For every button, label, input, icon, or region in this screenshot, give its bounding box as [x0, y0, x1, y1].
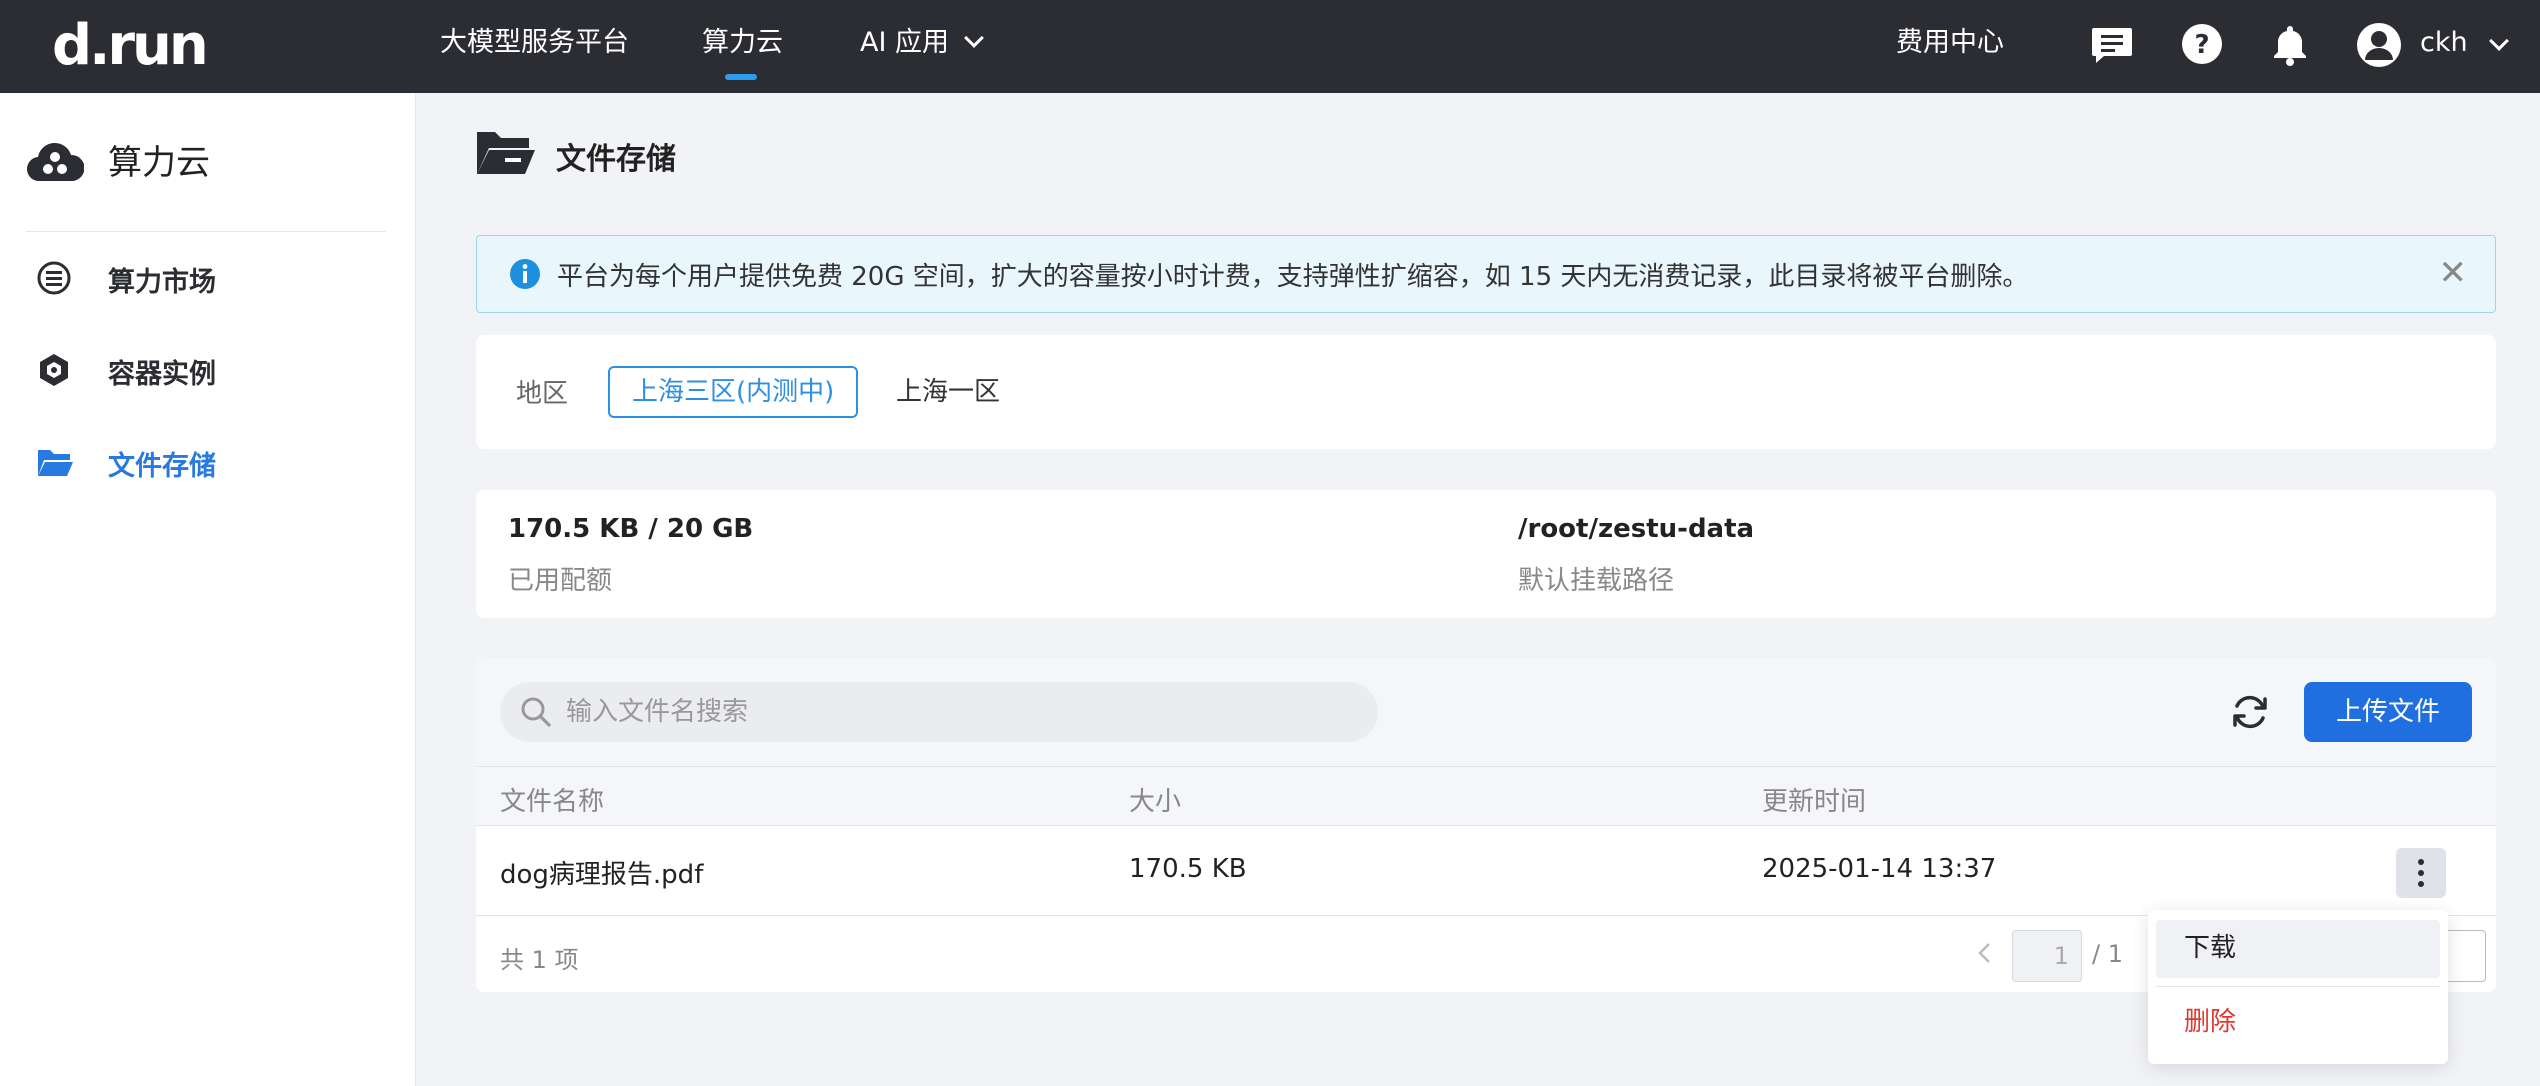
- close-icon[interactable]: ✕: [2439, 256, 2468, 290]
- page-total: / 1: [2092, 940, 2123, 968]
- page-input[interactable]: 1: [2012, 930, 2082, 982]
- sidebar-title: 算力云: [108, 143, 210, 183]
- market-icon: [37, 261, 71, 295]
- menu-divider: [2156, 986, 2440, 987]
- region-option-shanghai-3[interactable]: 上海三区(内测中): [608, 366, 859, 418]
- bell-icon[interactable]: [2268, 22, 2312, 66]
- message-icon[interactable]: [2090, 22, 2134, 66]
- page-title: 文件存储: [556, 142, 676, 177]
- table-row[interactable]: dog病理报告.pdf 170.5 KB 2025-01-14 13:37: [476, 826, 2496, 916]
- mount-path-value: /root/zestu-data: [1518, 514, 1755, 544]
- menu-item-download[interactable]: 下载: [2156, 920, 2440, 978]
- help-icon[interactable]: ?: [2180, 22, 2224, 66]
- column-header-size[interactable]: 大小: [1129, 781, 1181, 818]
- file-updated-time: 2025-01-14 13:37: [1762, 854, 1997, 884]
- refresh-icon[interactable]: [2228, 690, 2272, 734]
- sidebar-item-label: 文件存储: [108, 451, 216, 482]
- alert-message: 平台为每个用户提供免费 20G 空间，扩大的容量按小时计费，支持弹性扩缩容，如 …: [557, 262, 2029, 292]
- region-option-shanghai-1[interactable]: 上海一区: [872, 366, 1024, 418]
- more-dot-icon: [2418, 859, 2424, 865]
- table-header: 文件名称 大小 更新时间: [476, 766, 2496, 826]
- sidebar-divider: [26, 231, 386, 232]
- quota-panel: 170.5 KB / 20 GB 已用配额 /root/zestu-data 默…: [476, 490, 2496, 618]
- nav-ai-apps-label: AI 应用: [860, 27, 950, 58]
- column-header-updated[interactable]: 更新时间: [1762, 781, 1866, 818]
- user-menu-chevron-icon[interactable]: [2489, 31, 2509, 51]
- mount-path-label: 默认挂载路径: [1518, 566, 1675, 596]
- avatar-icon[interactable]: [2356, 22, 2402, 68]
- folder-icon: [38, 450, 73, 476]
- more-dot-icon: [2418, 881, 2424, 887]
- search-input[interactable]: [566, 682, 1356, 742]
- region-selector: 地区 上海三区(内测中) 上海一区: [476, 335, 2496, 449]
- region-label: 地区: [516, 379, 569, 409]
- cloud-icon: [27, 142, 84, 182]
- more-dot-icon: [2418, 870, 2424, 876]
- svg-text:?: ?: [2194, 30, 2209, 60]
- sidebar-item-container[interactable]: 容器实例: [0, 340, 416, 400]
- chevron-left-icon[interactable]: [1970, 938, 2000, 968]
- search-box: [500, 682, 1378, 742]
- row-actions-menu: 下载 删除: [2148, 910, 2448, 1064]
- username[interactable]: ckh: [2420, 0, 2468, 86]
- column-header-name[interactable]: 文件名称: [500, 781, 604, 818]
- sidebar-item-label: 算力市场: [108, 267, 216, 298]
- billing-center-link[interactable]: 费用中心: [1896, 0, 2004, 93]
- top-navbar: d.run 大模型服务平台 算力云 AI 应用 费用中心 ? ckh: [0, 0, 2540, 93]
- nav-ai-apps[interactable]: AI 应用: [860, 0, 984, 93]
- info-alert: 平台为每个用户提供免费 20G 空间，扩大的容量按小时计费，支持弹性扩缩容，如 …: [476, 235, 2496, 313]
- chevron-down-icon: [964, 28, 984, 48]
- sidebar-item-label: 容器实例: [108, 359, 216, 390]
- search-icon: [521, 697, 551, 727]
- file-size: 170.5 KB: [1129, 854, 1247, 884]
- more-actions-button[interactable]: [2396, 848, 2446, 898]
- menu-item-delete[interactable]: 删除: [2156, 994, 2440, 1052]
- upload-file-button[interactable]: 上传文件: [2304, 682, 2472, 742]
- sidebar-item-market[interactable]: 算力市场: [0, 248, 416, 308]
- container-icon: [40, 354, 68, 386]
- sidebar: 算力云 算力市场 容器实例 文件存储: [0, 93, 416, 1086]
- total-count: 共 1 项: [500, 946, 579, 974]
- folder-open-icon: [477, 132, 535, 174]
- info-icon: [510, 259, 540, 289]
- file-name[interactable]: dog病理报告.pdf: [500, 854, 703, 891]
- nav-active-indicator: [725, 74, 757, 80]
- used-quota-value: 170.5 KB / 20 GB: [508, 514, 754, 544]
- nav-llm-platform[interactable]: 大模型服务平台: [440, 0, 629, 93]
- sidebar-item-file-storage[interactable]: 文件存储: [0, 432, 416, 492]
- logo[interactable]: d.run: [52, 14, 209, 78]
- used-quota-label: 已用配额: [508, 566, 613, 596]
